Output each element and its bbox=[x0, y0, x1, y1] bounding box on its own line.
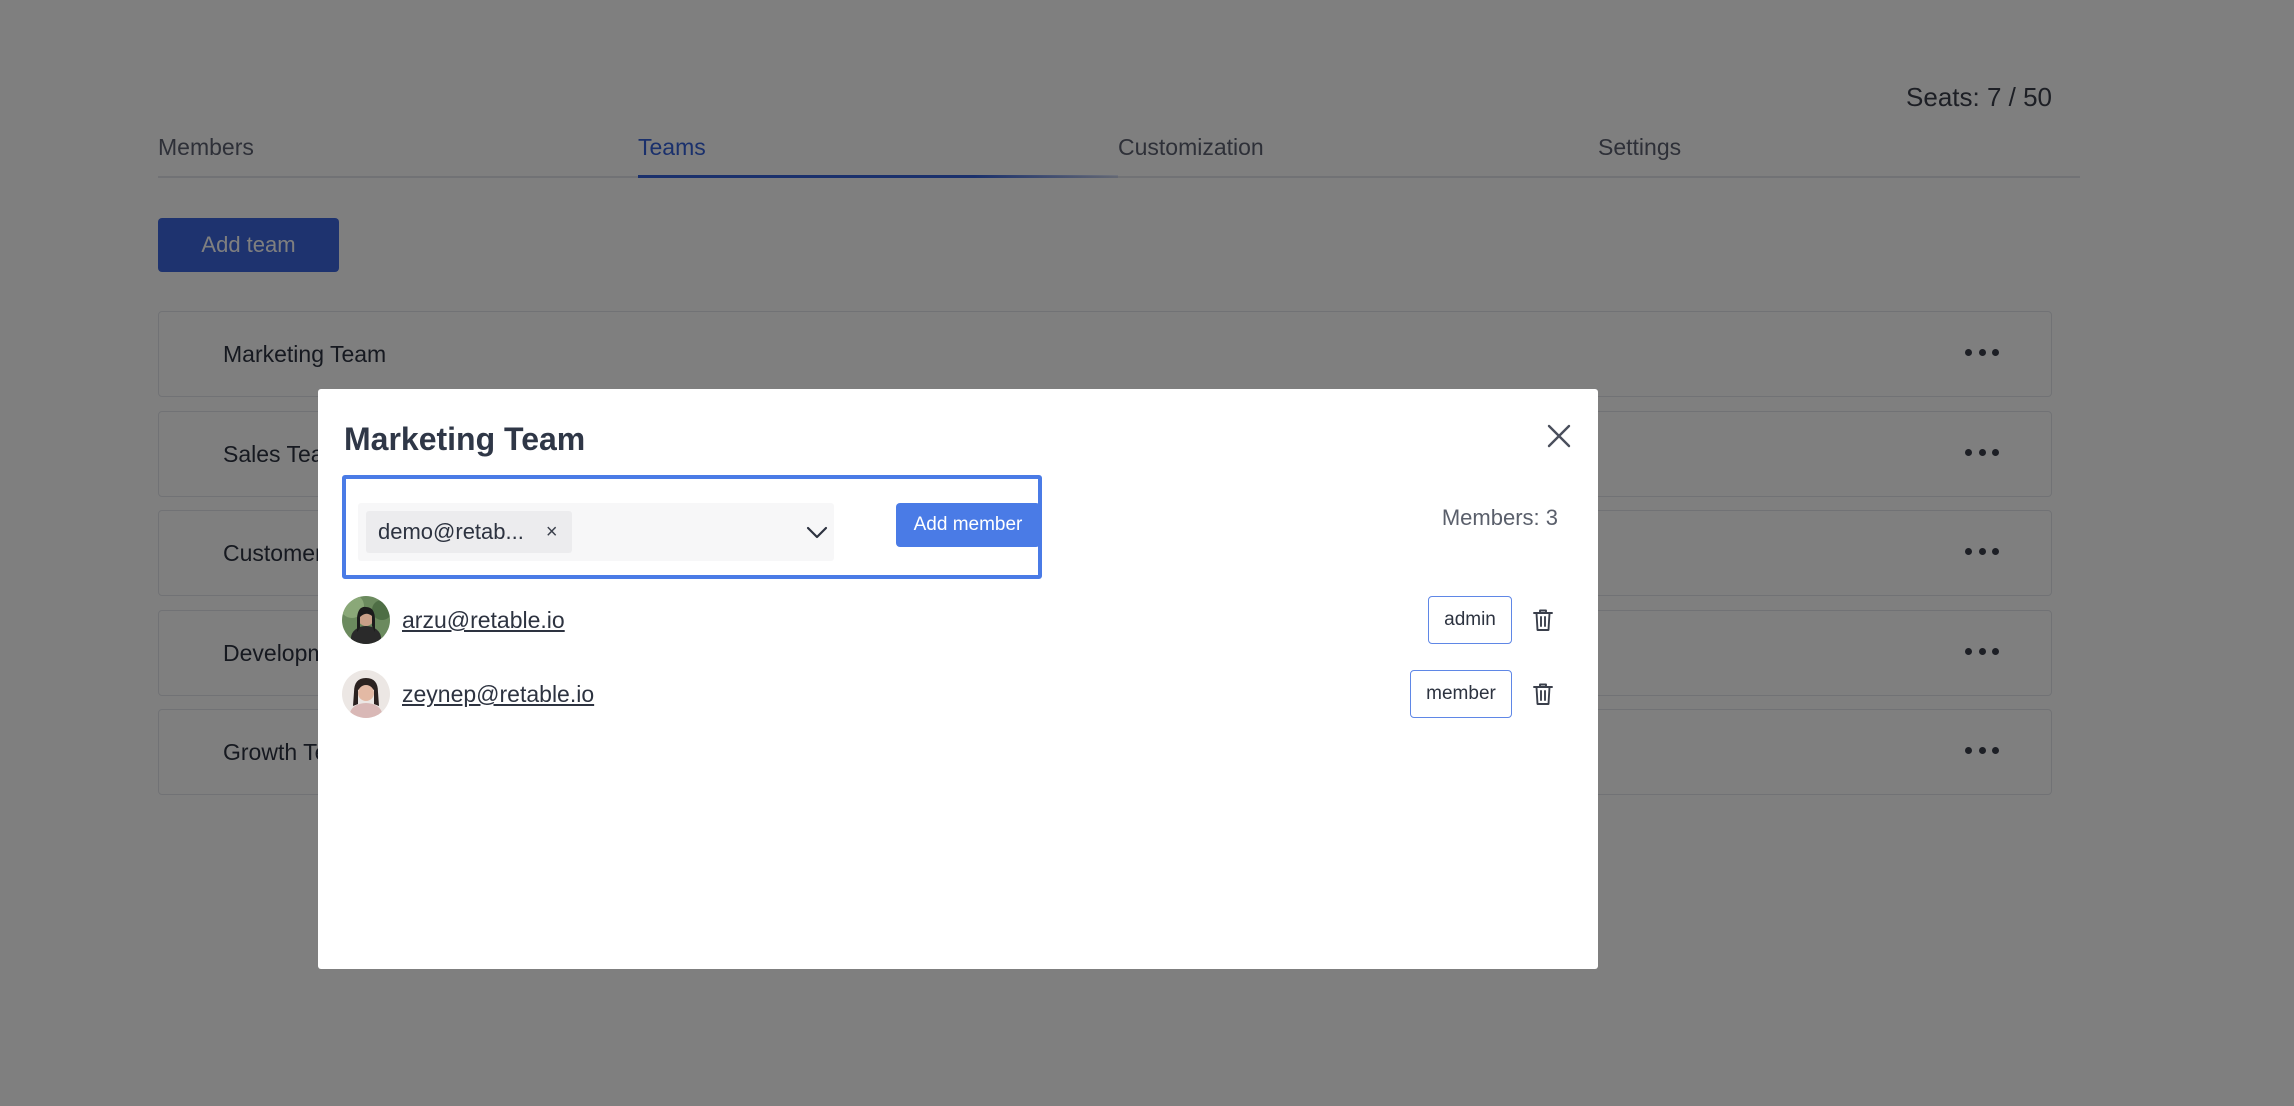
member-select-input[interactable]: demo@retab... × bbox=[358, 503, 834, 561]
chevron-down-icon[interactable] bbox=[806, 521, 828, 543]
chip-label: demo@retab... bbox=[378, 519, 524, 544]
member-email-link[interactable]: zeynep@retable.io bbox=[402, 681, 594, 708]
add-member-button[interactable]: Add member bbox=[896, 503, 1040, 547]
trash-icon[interactable] bbox=[1532, 682, 1554, 706]
member-row: arzu@retable.io admin bbox=[342, 596, 1582, 646]
avatar bbox=[342, 596, 390, 644]
trash-icon[interactable] bbox=[1532, 608, 1554, 632]
close-icon[interactable] bbox=[1544, 421, 1574, 451]
chip-remove-icon[interactable]: × bbox=[546, 521, 558, 544]
selected-member-chip: demo@retab... × bbox=[366, 511, 572, 553]
modal-title: Marketing Team bbox=[344, 421, 586, 457]
role-select[interactable]: admin bbox=[1428, 596, 1512, 644]
avatar bbox=[342, 670, 390, 718]
members-count: Members: 3 bbox=[1441, 505, 1558, 530]
add-member-panel: demo@retab... × Add member bbox=[342, 475, 1042, 579]
member-row: zeynep@retable.io member bbox=[342, 670, 1582, 720]
role-select[interactable]: member bbox=[1410, 670, 1512, 718]
member-email-link[interactable]: arzu@retable.io bbox=[402, 607, 565, 634]
team-members-modal: Marketing Team demo@retab... × Add membe… bbox=[318, 389, 1598, 969]
